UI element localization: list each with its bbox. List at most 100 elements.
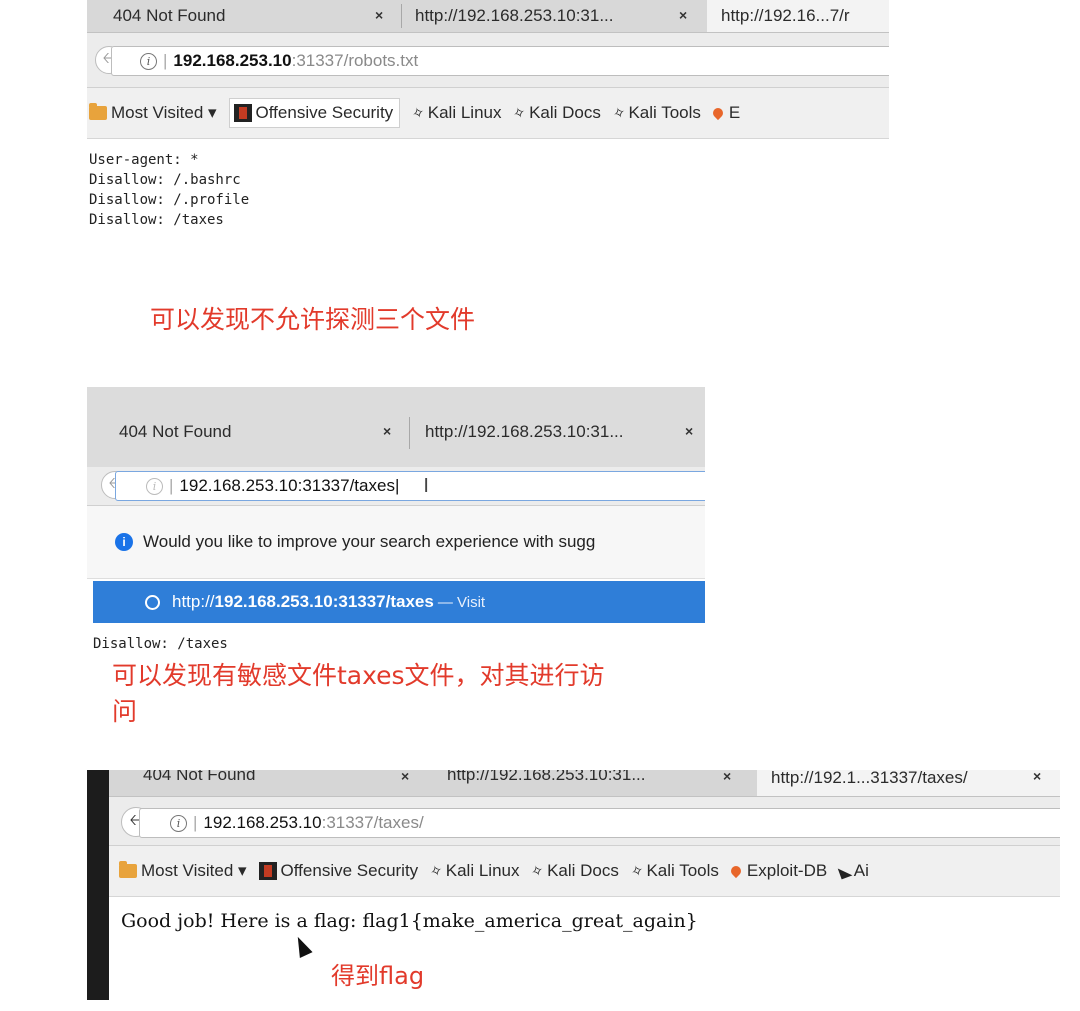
bookmarks-bar: Most Visited ▾ Offensive Security ✧ Kali …	[109, 846, 1060, 897]
bookmark-label: Exploit-DB	[746, 861, 828, 880]
url-text: 192.168.253.10:31337/taxes	[179, 476, 395, 495]
tab-label: http://192.168.253.10:31...	[447, 770, 646, 784]
bookmark-exploit-db[interactable]: Exploit-DB	[728, 861, 828, 881]
tab-bar: 404 Not Found × http://192.168.253.10:31…	[87, 387, 705, 468]
bookmark-label: Ai	[853, 861, 869, 880]
bookmark-label: Kali Tools	[628, 103, 701, 122]
tab-label: 404 Not Found	[113, 6, 226, 25]
bookmark-label: Offensive Security	[280, 861, 419, 880]
bookmark-kali-tools[interactable]: ✧ Kali Tools	[610, 103, 701, 124]
bookmark-label: Kali Linux	[427, 103, 502, 122]
tab-active[interactable]: http://192.16...7/r	[707, 0, 889, 32]
address-bar[interactable]: i | 192.168.253.10:31337/taxes | I	[115, 471, 705, 501]
tab-404[interactable]: 404 Not Found ×	[109, 770, 463, 790]
bookmark-offensive-security[interactable]: Offensive Security	[258, 861, 419, 881]
annotation-text: 得到flag	[331, 962, 425, 990]
annotation-text: 可以发现有敏感文件taxes文件，对其进行访 问	[112, 658, 605, 730]
offensive-security-icon	[258, 862, 277, 880]
tab-robots[interactable]: http://192.168.253.10:31... ×	[403, 0, 715, 32]
search-suggestion-prompt[interactable]: i Would you like to improve your search …	[87, 506, 705, 579]
url-path: :31337/robots.txt	[291, 51, 419, 70]
address-bar[interactable]: i | 192.168.253.10 :31337/robots.txt	[111, 46, 889, 76]
bookmark-label: Kali Docs	[547, 861, 619, 880]
bookmark-most-visited[interactable]: Most Visited ▾	[119, 861, 247, 881]
screenshot-robots-txt: 404 Not Found × http://192.168.253.10:31…	[87, 0, 889, 245]
tab-bar: 404 Not Found × http://192.168.253.10:31…	[87, 0, 889, 33]
url-dropdown-item[interactable]: http:// 192.168.253.10:31337/taxes — Vis…	[93, 581, 705, 623]
tab-label: http://192.168.253.10:31...	[425, 422, 624, 441]
exploit-db-icon	[710, 105, 725, 121]
ibeam-cursor-icon: I	[423, 474, 429, 497]
folder-icon	[119, 861, 137, 878]
tab-close-icon[interactable]: ×	[679, 7, 687, 23]
nav-bar: 🡠 i | 192.168.253.10:31337/taxes | I	[87, 467, 705, 506]
kali-dragon-icon: ✧	[427, 861, 446, 882]
tab-label: 404 Not Found	[119, 422, 232, 441]
bookmark-offensive-security[interactable]: Offensive Security	[228, 98, 401, 128]
bookmark-label: Kali Linux	[445, 861, 520, 880]
dropdown-prefix: http://	[172, 592, 215, 611]
tab-close-icon[interactable]: ×	[1033, 770, 1041, 784]
tab-404[interactable]: 404 Not Found ×	[87, 415, 439, 449]
bookmark-kali-docs[interactable]: ✧ Kali Docs	[511, 103, 601, 124]
info-icon[interactable]: i	[146, 477, 163, 495]
robots-line: User-agent: *	[89, 152, 199, 168]
url-host: 192.168.253.10	[173, 51, 292, 70]
tab-close-icon[interactable]: ×	[723, 770, 731, 784]
url-separator: |	[169, 476, 174, 495]
url-path: :31337/taxes/	[321, 813, 424, 832]
tab-close-icon[interactable]: ×	[685, 423, 693, 439]
tab-robots[interactable]: http://192.168.253.10:31... ×	[413, 415, 705, 449]
annotation-line: 可以发现有敏感文件taxes文件，对其进行访	[112, 661, 605, 690]
tab-label: http://192.16...7/r	[721, 6, 850, 25]
folder-icon	[89, 103, 107, 120]
suggestion-text: Would you like to improve your search ex…	[143, 532, 596, 551]
bookmark-kali-docs[interactable]: ✧ Kali Docs	[529, 861, 619, 882]
tab-close-icon[interactable]: ×	[375, 7, 383, 23]
dropdown-visit: — Visit	[437, 593, 486, 611]
bookmark-exploit-db[interactable]: E	[710, 103, 741, 123]
page-content: Disallow: /taxes	[93, 636, 228, 652]
robots-line: Disallow: /taxes	[89, 212, 224, 228]
nav-bar: 🡠 i | 192.168.253.10 :31337/taxes/	[109, 797, 1060, 846]
text-cursor: |	[394, 476, 400, 495]
bookmark-kali-linux[interactable]: ✧ Kali Linux	[427, 861, 520, 882]
tab-divider	[401, 4, 402, 28]
tab-label: http://192.1...31337/taxes/	[771, 770, 968, 787]
bookmark-label: E	[728, 103, 741, 122]
bookmark-icon: ◣	[836, 861, 854, 882]
window-left-edge	[87, 770, 109, 1000]
robots-line: Disallow: /.profile	[89, 192, 250, 208]
url-separator: |	[193, 813, 198, 832]
tab-close-icon[interactable]: ×	[383, 423, 391, 439]
tab-close-icon[interactable]: ×	[401, 770, 409, 784]
info-icon[interactable]: i	[140, 52, 157, 70]
bookmark-label: Kali Docs	[529, 103, 601, 122]
robots-line: Disallow: /.bashrc	[89, 172, 241, 188]
tab-robots[interactable]: http://192.168.253.10:31... ×	[433, 770, 767, 790]
kali-dragon-icon: ✧	[610, 103, 629, 124]
tab-404[interactable]: 404 Not Found ×	[87, 0, 423, 32]
url-separator: |	[163, 51, 168, 70]
bookmark-ai[interactable]: ◣ Ai	[836, 861, 869, 882]
bookmark-kali-linux[interactable]: ✧ Kali Linux	[409, 103, 502, 124]
bookmark-kali-tools[interactable]: ✧ Kali Tools	[629, 861, 719, 882]
tab-label: 404 Not Found	[143, 770, 256, 784]
mouse-cursor-icon	[291, 933, 313, 959]
url-host: 192.168.253.10	[203, 813, 322, 832]
bookmark-most-visited[interactable]: Most Visited ▾	[89, 103, 217, 123]
exploit-db-icon	[728, 863, 743, 879]
bookmark-label: Most Visited ▾	[141, 861, 247, 880]
bookmark-label: Offensive Security	[255, 103, 394, 122]
page-content: User-agent: * Disallow: /.bashrc Disallo…	[89, 150, 249, 230]
globe-icon	[145, 594, 160, 610]
bookmark-label: Most Visited ▾	[111, 103, 217, 122]
bookmarks-bar: Most Visited ▾ Offensive Security ✧ Kali …	[87, 88, 889, 139]
kali-dragon-icon: ✧	[409, 103, 428, 124]
offensive-security-icon	[233, 104, 252, 122]
tab-active[interactable]: http://192.1...31337/taxes/ ×	[757, 770, 1060, 796]
kali-dragon-icon: ✧	[511, 103, 529, 124]
info-icon[interactable]: i	[170, 814, 187, 832]
nav-bar: 🡠 i | 192.168.253.10 :31337/robots.txt	[87, 33, 889, 88]
address-bar[interactable]: i | 192.168.253.10 :31337/taxes/	[139, 808, 1060, 838]
